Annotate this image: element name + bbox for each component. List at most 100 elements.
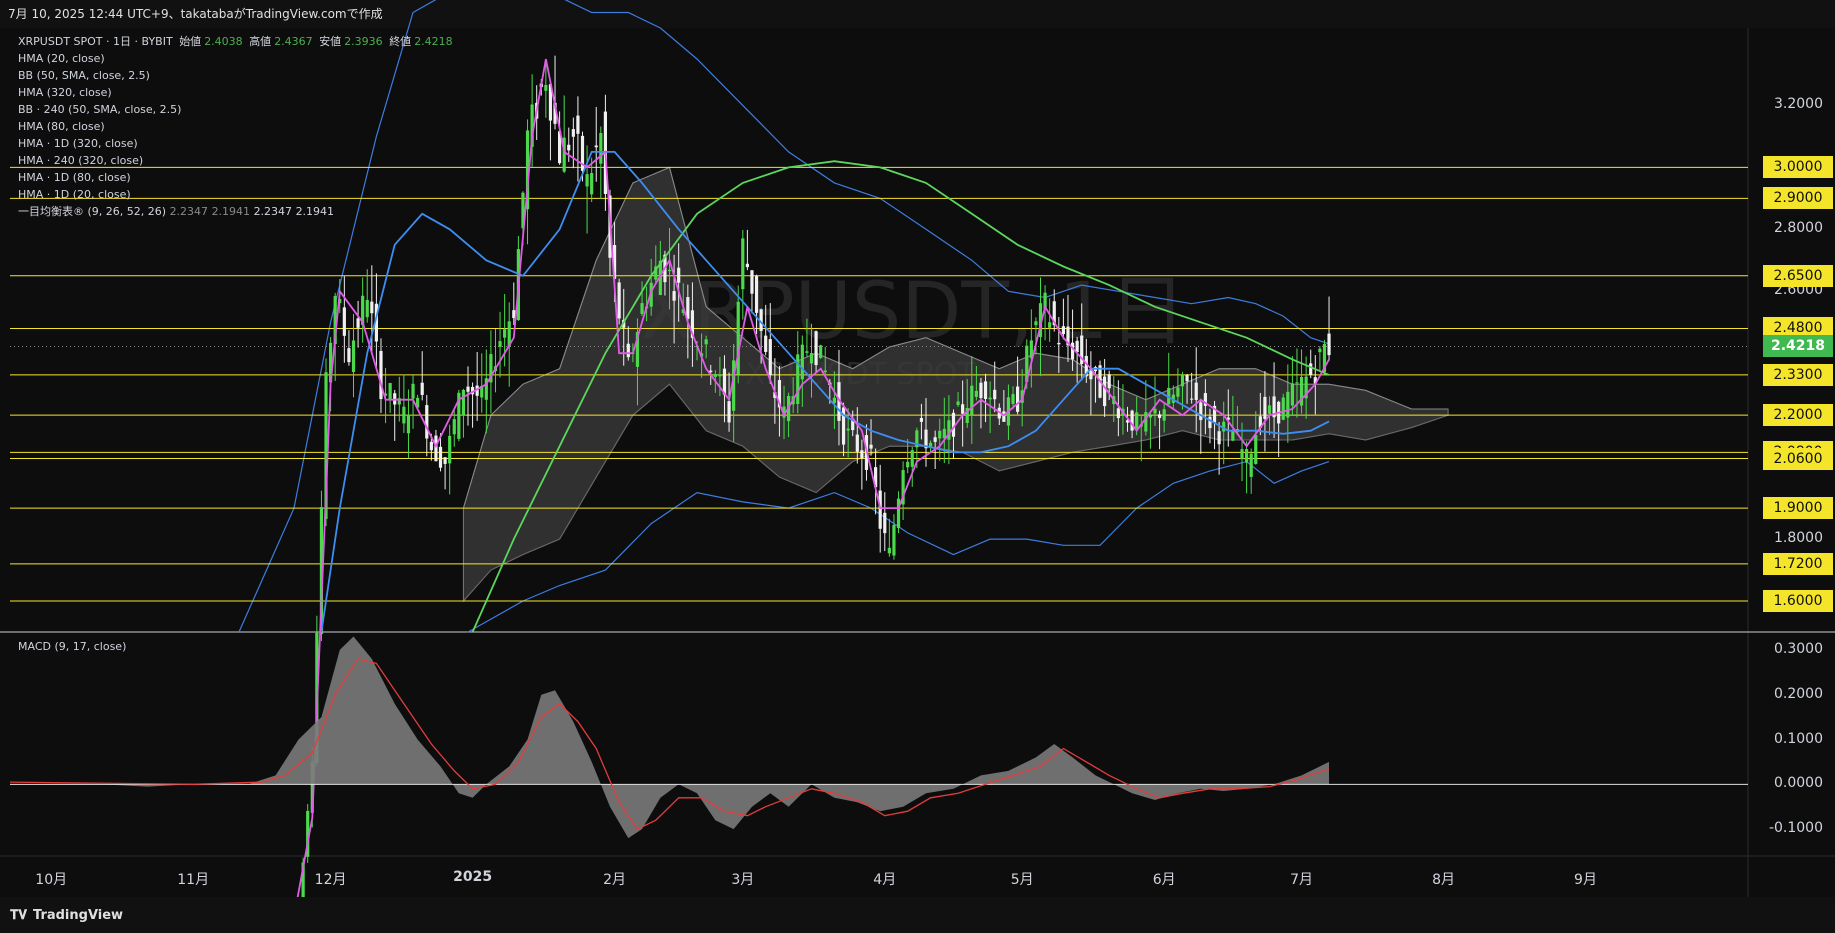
candle-body (1199, 402, 1203, 421)
candle-body (988, 397, 992, 400)
candle-body (961, 404, 965, 414)
candle-body (764, 335, 768, 352)
candle-body (938, 430, 942, 439)
level-price-label: 2.9000 (1763, 187, 1833, 210)
time-tick-label: 3月 (731, 872, 755, 888)
time-tick-label: 4月 (873, 872, 897, 888)
candle-body (942, 428, 946, 439)
candle-body (342, 307, 346, 336)
candle-body (727, 401, 731, 423)
candle-body (750, 270, 754, 294)
time-tick-label: 8月 (1432, 872, 1455, 888)
footer-brand[interactable]: 𝐓𝐕 TradingView (0, 897, 1835, 933)
candle-body (1061, 326, 1065, 335)
macd-legend[interactable]: MACD (9, 17, close) (18, 640, 126, 653)
candle-body (1190, 398, 1194, 400)
candle-body (1290, 383, 1294, 406)
candle-body (677, 267, 681, 283)
indicator-row[interactable]: BB (50, SMA, close, 2.5) (18, 67, 456, 84)
candle-body (878, 490, 882, 529)
low-label: 安値 (319, 35, 342, 48)
candle-body (1002, 411, 1006, 422)
candle-body (406, 414, 411, 434)
close-label: 終値 (389, 35, 412, 48)
macd-tick-label: 0.1000 (1774, 730, 1823, 747)
indicator-row[interactable]: HMA · 240 (320, close) (18, 152, 456, 169)
candle-body (910, 450, 914, 467)
candle-body (434, 435, 438, 462)
candle-body (1034, 321, 1038, 326)
candle-body (571, 129, 575, 137)
candle-body (347, 348, 351, 363)
candle-body (425, 405, 429, 439)
candle-body (832, 397, 836, 403)
macd-tick-label: 0.2000 (1774, 685, 1823, 702)
candle-body (1048, 322, 1052, 328)
indicator-row[interactable]: HMA (320, close) (18, 84, 456, 101)
candle-body (420, 382, 424, 395)
candle-body (567, 144, 571, 151)
candle-body (590, 173, 594, 195)
price-tick-label: 1.8000 (1774, 530, 1823, 547)
indicator-row[interactable]: BB · 240 (50, SMA, close, 2.5) (18, 101, 456, 118)
candle-body (933, 437, 937, 442)
candle-body (860, 450, 864, 459)
indicator-row[interactable]: HMA · 1D (20, close) (18, 186, 456, 203)
candle-body (1135, 412, 1139, 429)
symbol-title: XRPUSDT SPOT · 1日 · BYBIT (18, 35, 173, 48)
candle-body (805, 351, 809, 353)
candle-body (544, 85, 548, 91)
level-price-label: 2.3300 (1763, 363, 1833, 386)
time-tick-label: 7月 (1290, 872, 1314, 888)
candle-body (1327, 333, 1331, 356)
macd-tick-label: 0.0000 (1774, 775, 1823, 792)
candle-body (1267, 405, 1272, 414)
candle-body (1130, 410, 1134, 431)
indicator-row[interactable]: HMA · 1D (80, close) (18, 169, 456, 186)
candle-body (411, 383, 415, 399)
open-value: 2.4038 (204, 35, 243, 48)
high-label: 高値 (249, 35, 272, 48)
candle-body (585, 174, 589, 187)
level-price-label: 1.7200 (1763, 552, 1833, 575)
ichimoku-label: 一目均衡表® (9, 26, 52, 26) (18, 205, 167, 218)
candle-body (466, 386, 470, 392)
candle-body (745, 263, 749, 268)
candle-body (883, 512, 887, 534)
time-tick-label: 12月 (314, 872, 347, 888)
candle-body (498, 341, 502, 347)
time-tick-label: 2月 (603, 872, 627, 888)
candle-body (974, 390, 978, 397)
candle-body (438, 446, 443, 468)
brand-name: TradingView (33, 907, 124, 923)
indicator-row[interactable]: HMA · 1D (320, close) (18, 135, 456, 152)
level-price-label: 2.0600 (1763, 447, 1833, 470)
candle-body (983, 381, 988, 399)
level-price-label: 1.9000 (1763, 497, 1833, 520)
current-price-label: 2.4218 (1763, 335, 1833, 358)
candle-body (667, 269, 672, 272)
candle-body (1254, 435, 1258, 464)
price-tick-label: 2.8000 (1774, 220, 1823, 237)
ichimoku-row[interactable]: 一目均衡表® (9, 26, 52, 26) 2.2347 2.1941 2.2… (18, 203, 456, 220)
candle-body (1180, 375, 1185, 387)
candle-body (1185, 374, 1189, 382)
candle-body (1116, 408, 1120, 419)
candle-body (1208, 416, 1212, 429)
candle-body (599, 133, 603, 164)
candle-body (594, 145, 598, 148)
candle-body (1245, 449, 1249, 463)
tradingview-logo-icon: 𝐓𝐕 (10, 907, 27, 923)
candle-body (846, 428, 850, 431)
candle-body (351, 340, 356, 373)
candle-body (754, 275, 759, 313)
candle-body (1176, 387, 1180, 397)
candle-body (617, 282, 621, 319)
candle-body (809, 353, 814, 364)
time-tick-label: 6月 (1152, 872, 1176, 888)
time-tick-label: 5月 (1010, 872, 1034, 888)
candle-body (1281, 397, 1285, 420)
indicator-row[interactable]: HMA (20, close) (18, 50, 456, 67)
indicator-row[interactable]: HMA (80, close) (18, 118, 456, 135)
level-price-label: 3.0000 (1763, 156, 1833, 179)
